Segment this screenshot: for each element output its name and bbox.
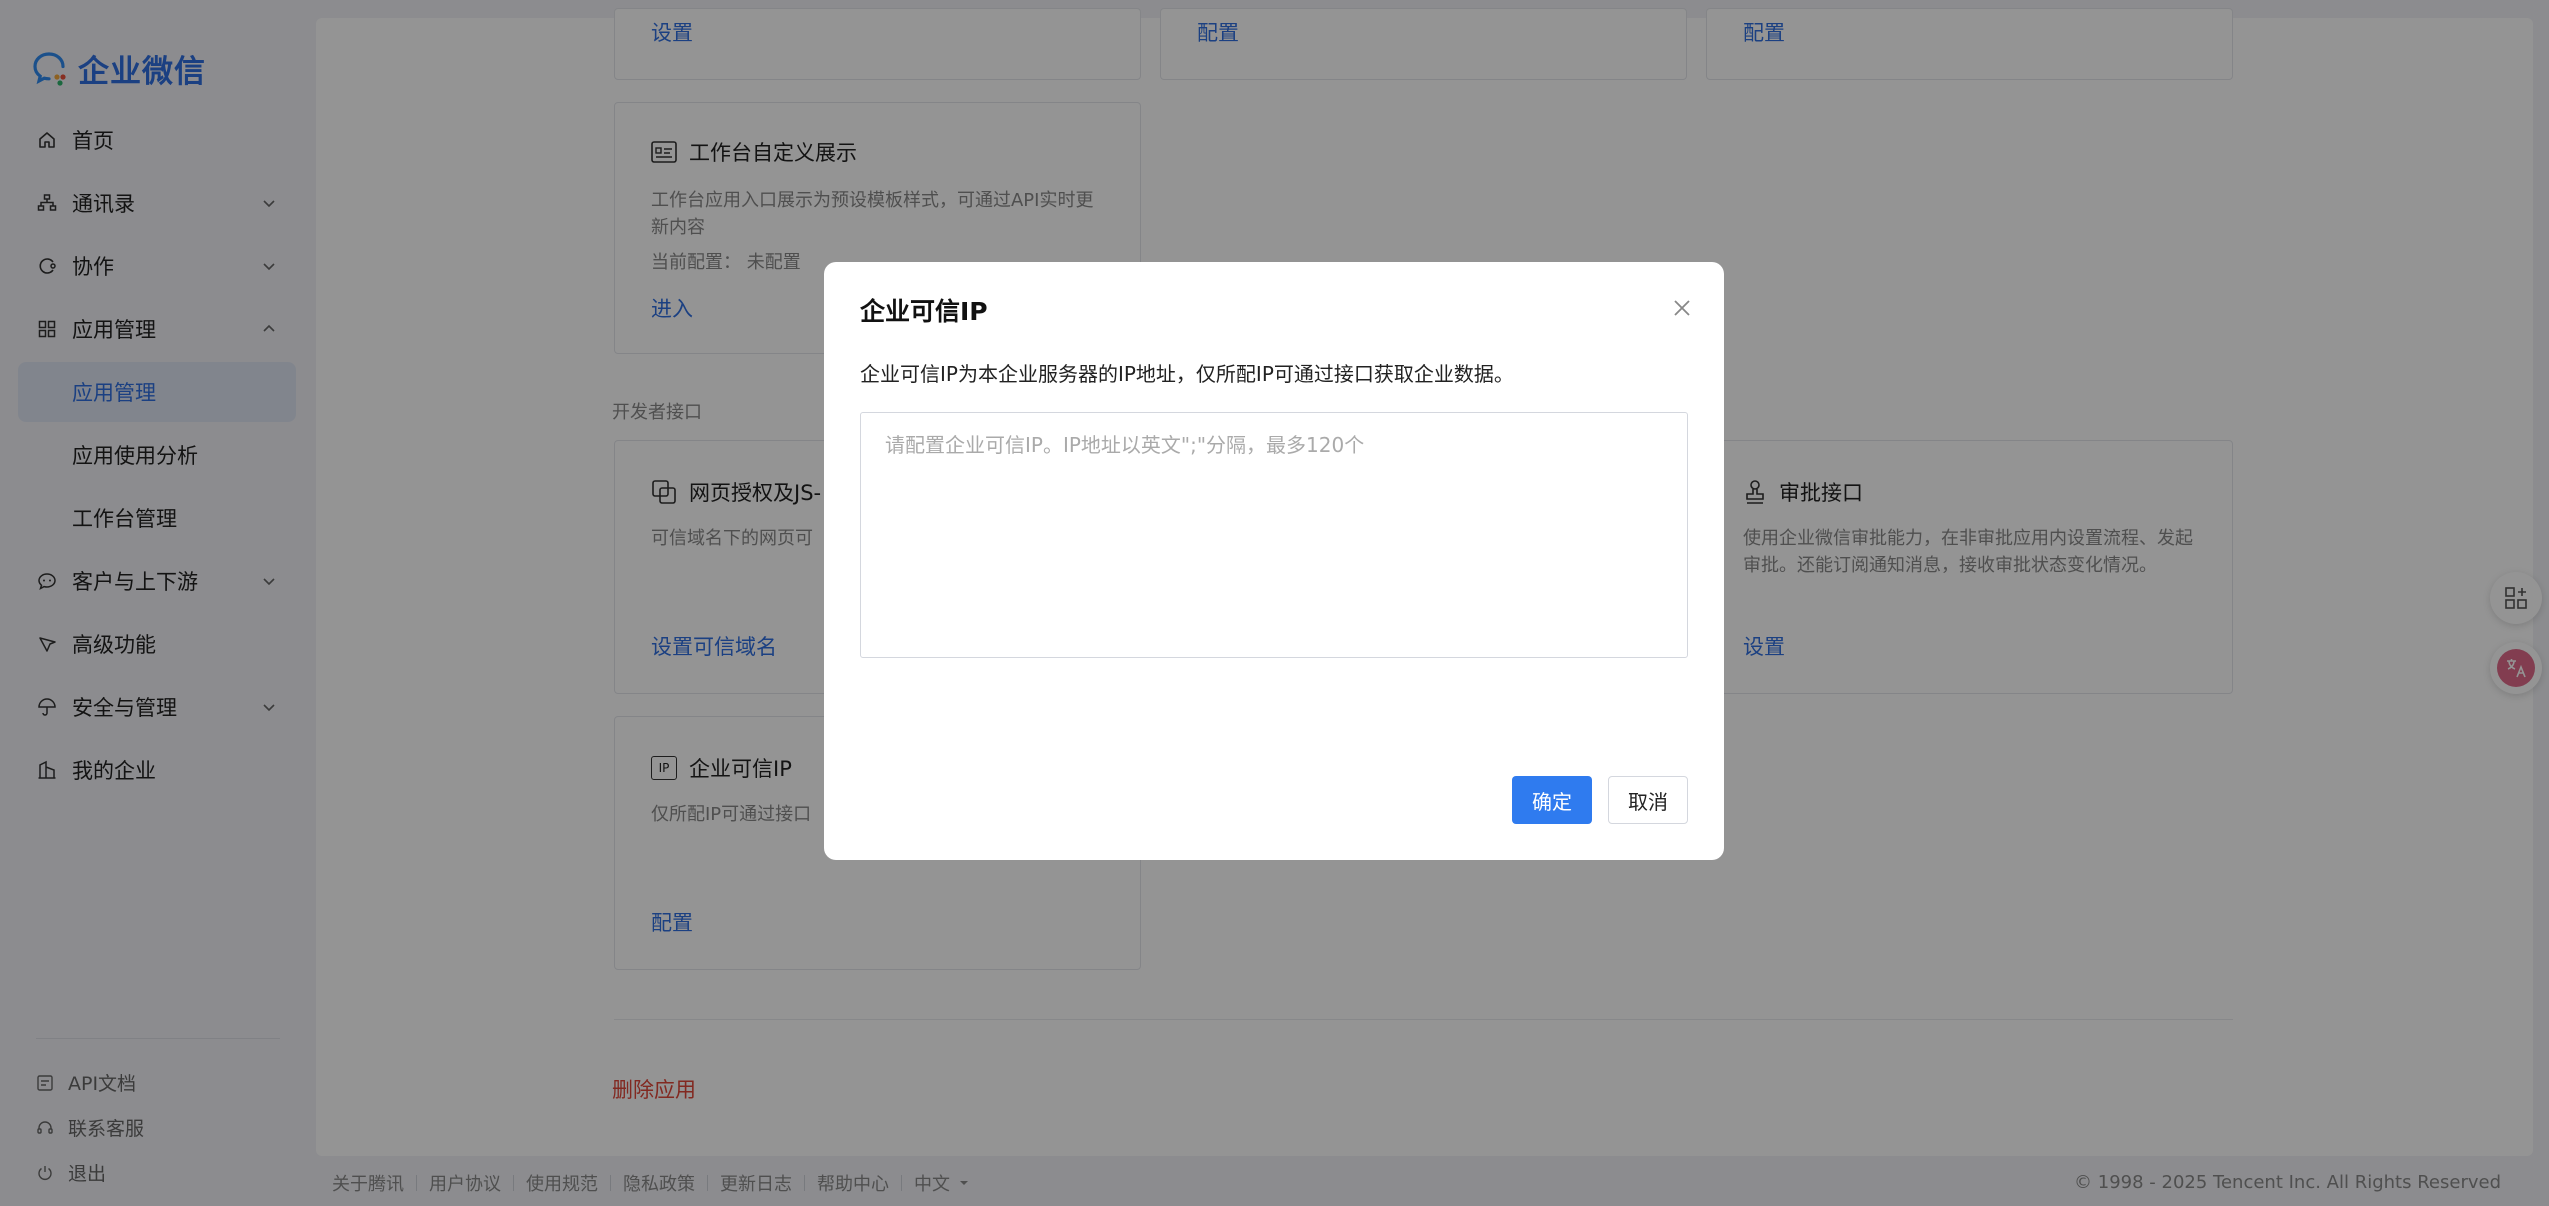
cancel-button[interactable]: 取消 [1608, 776, 1688, 824]
dialog-title: 企业可信IP [860, 297, 988, 326]
trusted-ip-dialog: 企业可信IP 企业可信IP为本企业服务器的IP地址，仅所配IP可通过接口获取企业… [824, 262, 1724, 860]
confirm-button[interactable]: 确定 [1512, 776, 1592, 824]
close-icon[interactable] [1672, 298, 1692, 318]
dialog-description: 企业可信IP为本企业服务器的IP地址，仅所配IP可通过接口获取企业数据。 [860, 362, 1514, 386]
trusted-ip-input[interactable] [860, 412, 1688, 658]
